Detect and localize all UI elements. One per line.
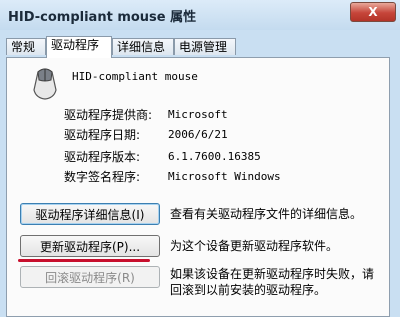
tab-details[interactable]: 详细信息 [112,38,174,55]
highlight-underline [18,259,150,262]
signer-value: Microsoft Windows [168,170,281,183]
version-label: 驱动程序版本: [64,150,141,164]
window-title: HID-compliant mouse 属性 [8,10,197,25]
rollback-driver-description: 如果该设备在更新驱动程序时失败，请回滚到以前安装的驱动程序。 [170,267,375,297]
driver-details-button[interactable]: 驱动程序详细信息(I) [20,203,160,225]
provider-label: 驱动程序提供商: [64,108,153,122]
provider-value: Microsoft [168,108,228,121]
device-name: HID-compliant mouse [72,70,198,83]
close-icon: X [368,5,378,19]
date-label: 驱动程序日期: [64,128,141,142]
tab-driver[interactable]: 驱动程序 [46,36,112,58]
tab-power-management[interactable]: 电源管理 [174,38,236,55]
update-driver-button[interactable]: 更新驱动程序(P)... [20,235,160,257]
signer-label: 数字签名程序: [64,170,141,184]
version-value: 6.1.7600.16385 [168,150,261,163]
update-driver-description: 为这个设备更新驱动程序软件。 [170,239,339,253]
close-button[interactable]: X [350,2,396,22]
rollback-driver-button[interactable]: 回滚驱动程序(R) [20,266,160,288]
mouse-icon [33,68,57,100]
tab-general[interactable]: 常规 [6,38,46,55]
title-bar: HID-compliant mouse 属性 X [0,0,400,30]
date-value: 2006/6/21 [168,128,228,141]
driver-details-description: 查看有关驱动程序文件的详细信息。 [170,207,363,221]
